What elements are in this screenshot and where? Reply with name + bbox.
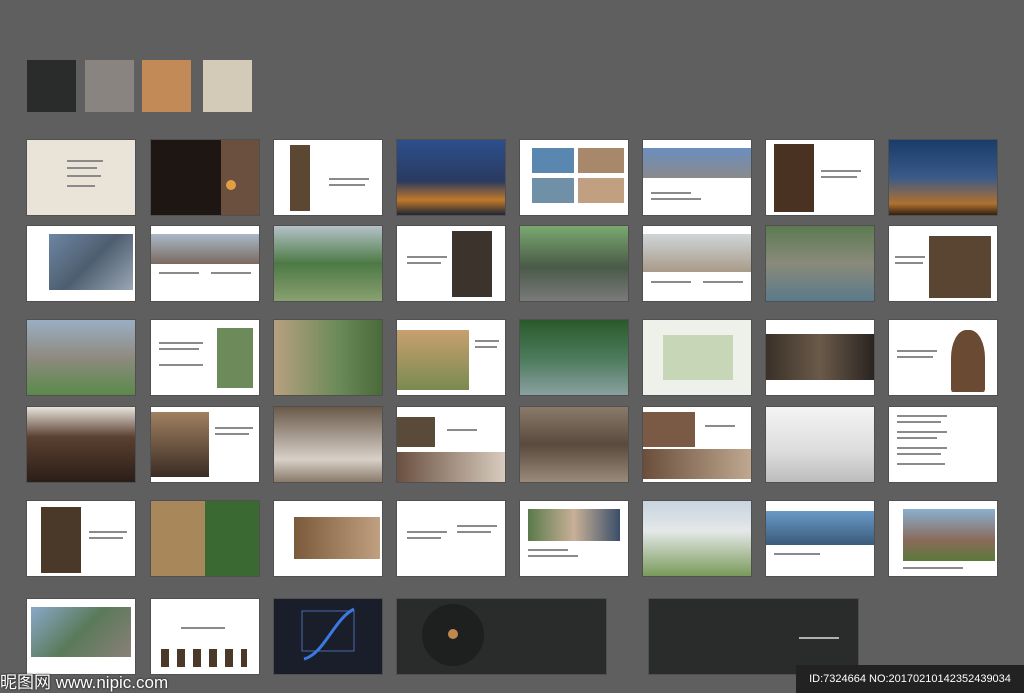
page-thumbnail[interactable] <box>27 501 135 576</box>
page-thumbnail[interactable] <box>520 407 628 482</box>
page-thumbnail[interactable] <box>397 407 505 482</box>
page-thumbnail[interactable] <box>151 226 259 301</box>
page-thumbnail[interactable] <box>397 140 505 215</box>
page-thumbnail[interactable] <box>643 407 751 482</box>
page-thumbnail[interactable] <box>766 501 874 576</box>
page-thumbnail[interactable] <box>889 407 997 482</box>
page-thumbnail[interactable] <box>274 320 382 395</box>
page-thumbnail[interactable] <box>766 226 874 301</box>
page-thumbnail[interactable] <box>643 501 751 576</box>
page-thumbnail[interactable] <box>643 226 751 301</box>
page-thumbnail[interactable] <box>274 226 382 301</box>
page-thumbnail[interactable] <box>27 140 135 215</box>
page-thumbnail[interactable] <box>274 501 382 576</box>
page-thumbnail[interactable] <box>274 407 382 482</box>
palette-swatch-beige <box>203 60 252 112</box>
page-thumbnail[interactable] <box>520 501 628 576</box>
page-thumbnail[interactable] <box>889 140 997 215</box>
page-thumbnail[interactable] <box>151 320 259 395</box>
watermark-id: ID:7324664 NO:20170210142352439034 <box>796 665 1024 693</box>
page-thumbnail[interactable] <box>643 140 751 215</box>
page-thumbnail[interactable] <box>766 407 874 482</box>
page-thumbnail[interactable] <box>27 226 135 301</box>
palette-swatch-black <box>27 60 76 112</box>
page-thumbnail[interactable] <box>27 320 135 395</box>
page-thumbnail[interactable] <box>151 407 259 482</box>
page-thumbnail[interactable] <box>520 226 628 301</box>
page-thumbnail[interactable] <box>520 320 628 395</box>
page-thumbnail[interactable] <box>766 320 874 395</box>
watermark-brand: 昵图网 www.nipic.com <box>0 673 169 692</box>
cover-thumbnail-dark[interactable] <box>649 599 858 674</box>
page-thumbnail[interactable] <box>27 407 135 482</box>
page-thumbnail[interactable] <box>889 320 997 395</box>
page-thumbnail[interactable] <box>397 226 505 301</box>
page-thumbnail[interactable] <box>151 140 259 215</box>
page-thumbnail[interactable] <box>397 320 505 395</box>
page-thumbnail[interactable] <box>889 226 997 301</box>
page-thumbnail[interactable] <box>274 140 382 215</box>
page-thumbnail[interactable] <box>151 501 259 576</box>
page-thumbnail[interactable] <box>27 599 135 674</box>
page-thumbnail[interactable] <box>397 501 505 576</box>
page-thumbnail[interactable] <box>520 140 628 215</box>
cover-thumbnail-flower[interactable] <box>397 599 606 674</box>
page-thumbnail[interactable] <box>643 320 751 395</box>
page-thumbnail[interactable] <box>889 501 997 576</box>
palette-swatch-taupe <box>85 60 134 112</box>
palette-swatch-copper <box>142 60 191 112</box>
page-thumbnail[interactable] <box>766 140 874 215</box>
page-thumbnail[interactable] <box>151 599 259 674</box>
page-thumbnail[interactable] <box>274 599 382 674</box>
